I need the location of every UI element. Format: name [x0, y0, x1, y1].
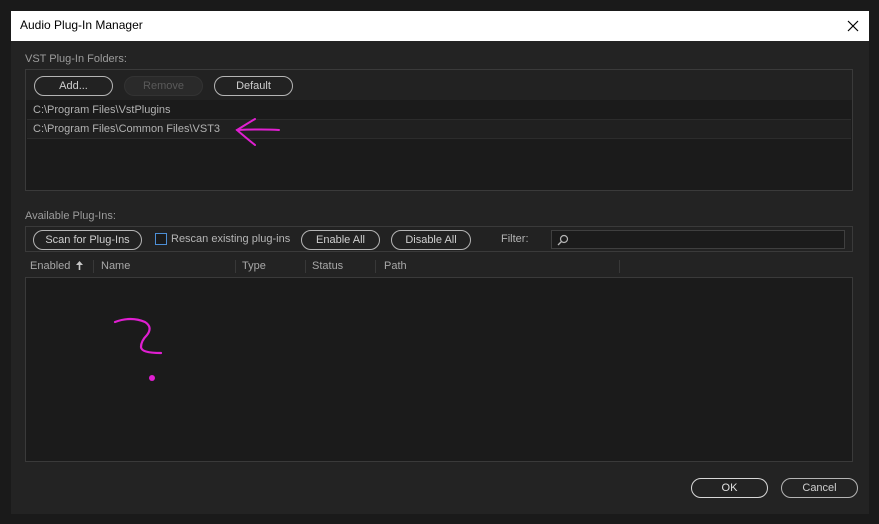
folder-list-item[interactable]: C:\Program Files\Common Files\VST3 [27, 120, 851, 139]
search-icon [557, 234, 569, 246]
column-divider [235, 260, 236, 273]
plugins-table-header: Enabled Name Type Status Path [25, 258, 853, 276]
column-header-enabled[interactable]: Enabled [30, 258, 84, 274]
annotation-arrow-icon [235, 118, 280, 146]
column-divider [619, 260, 620, 273]
window-title: Audio Plug-In Manager [20, 18, 143, 32]
filter-input[interactable] [551, 230, 845, 249]
dialog-body: VST Plug-In Folders: Add... Remove Defau… [11, 41, 869, 514]
remove-folder-button[interactable]: Remove [124, 76, 203, 96]
column-divider [93, 260, 94, 273]
title-bar: Audio Plug-In Manager [11, 11, 869, 41]
sort-up-arrow-icon [76, 261, 84, 270]
column-header-name[interactable]: Name [101, 258, 130, 274]
annotation-question-icon [113, 317, 163, 381]
vst-folders-label: VST Plug-In Folders: [25, 53, 127, 65]
column-header-path[interactable]: Path [384, 258, 407, 274]
column-divider [305, 260, 306, 273]
add-folder-button[interactable]: Add... [34, 76, 113, 96]
folder-list-item[interactable]: C:\Program Files\VstPlugins [27, 101, 851, 120]
vst-folders-panel: Add... Remove Default C:\Program Files\V… [25, 69, 853, 191]
enable-all-button[interactable]: Enable All [301, 230, 380, 250]
close-icon [847, 20, 859, 32]
available-plugins-label: Available Plug-Ins: [25, 210, 116, 222]
filter-label: Filter: [501, 233, 529, 245]
rescan-label[interactable]: Rescan existing plug-ins [171, 233, 290, 245]
plugins-toolbar: Scan for Plug-Ins Rescan existing plug-i… [25, 226, 853, 252]
scan-plugins-button[interactable]: Scan for Plug-Ins [33, 230, 142, 250]
ok-button[interactable]: OK [691, 478, 768, 498]
column-divider [375, 260, 376, 273]
column-header-status[interactable]: Status [312, 258, 343, 274]
disable-all-button[interactable]: Disable All [391, 230, 471, 250]
column-header-type[interactable]: Type [242, 258, 266, 274]
rescan-checkbox[interactable] [155, 233, 167, 245]
close-button[interactable] [837, 11, 869, 41]
default-folders-button[interactable]: Default [214, 76, 293, 96]
cancel-button[interactable]: Cancel [781, 478, 858, 498]
